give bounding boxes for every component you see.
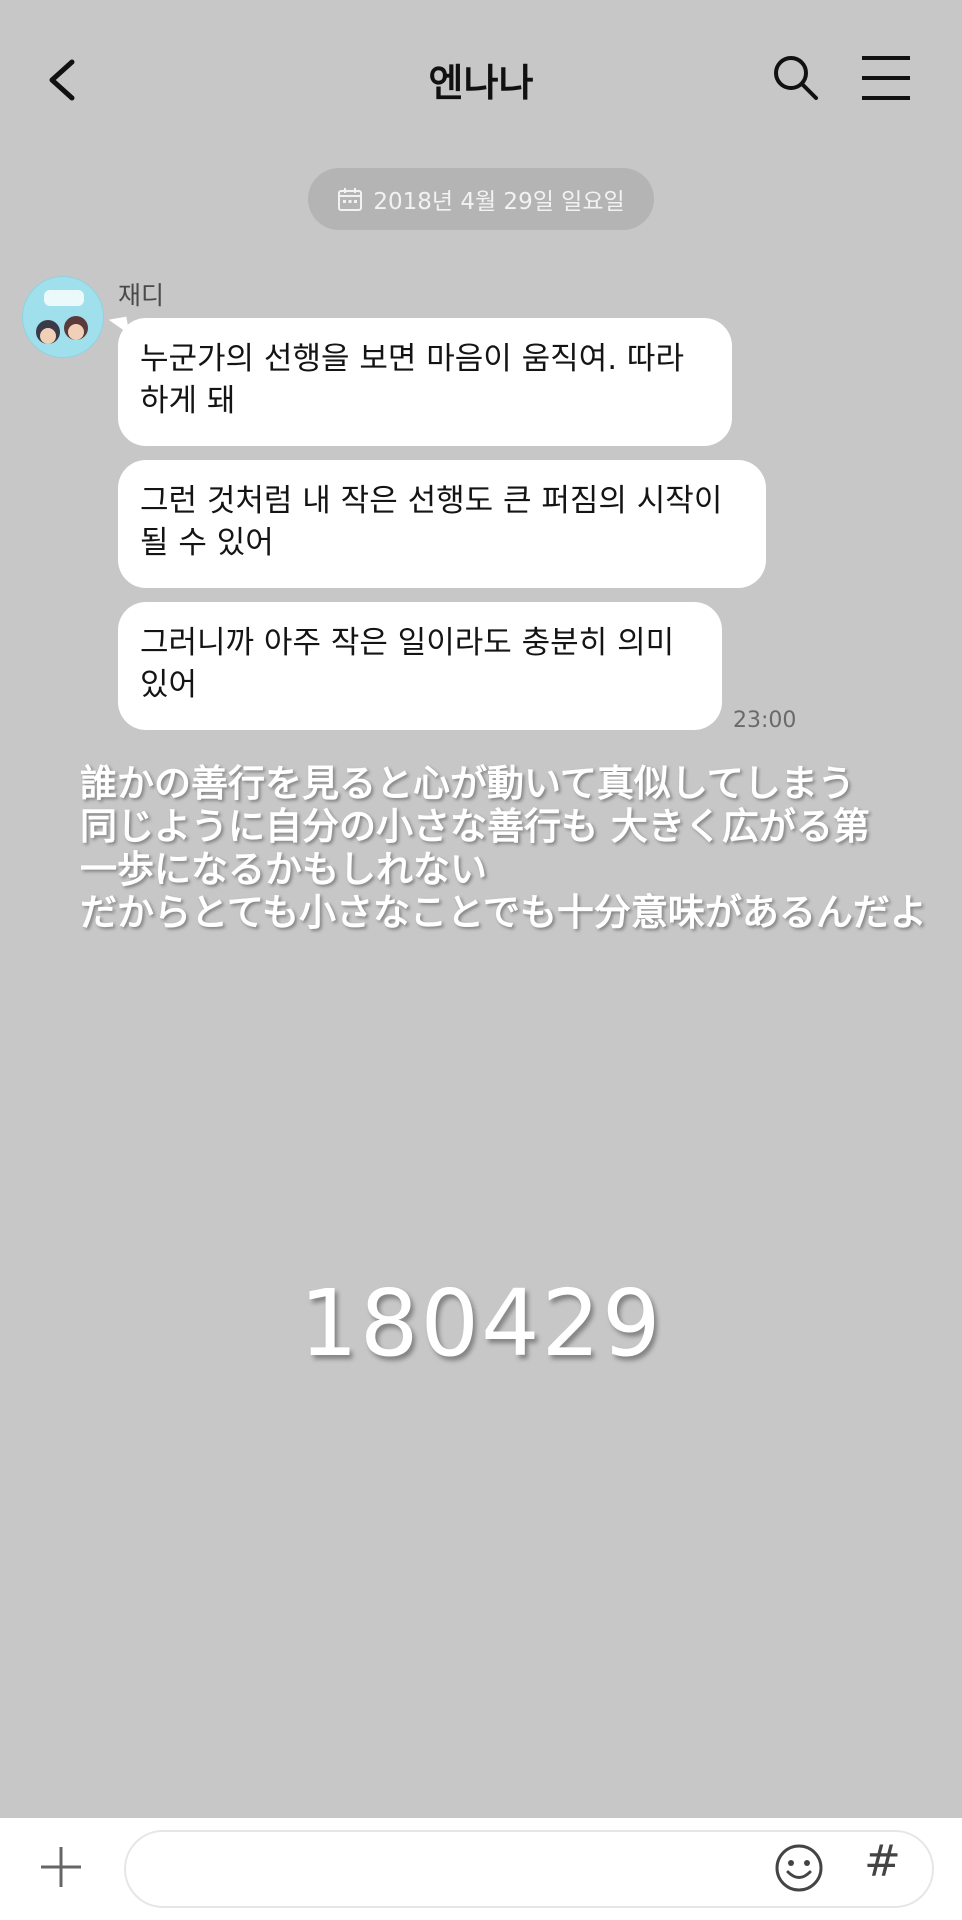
emoji-button[interactable]: [773, 1842, 825, 1894]
avatar-image: [22, 276, 104, 358]
message-bubble[interactable]: 그런 것처럼 내 작은 선행도 큰 퍼짐의 시작이 될 수 있어: [118, 460, 766, 588]
date-divider-label: 2018년 4월 29일 일요일: [373, 189, 625, 215]
message-bubble[interactable]: 누군가의 선행을 보면 마음이 움직여. 따라 하게 돼: [118, 318, 732, 446]
attach-button[interactable]: [36, 1842, 86, 1892]
composer-bar: #: [0, 1818, 962, 1920]
menu-icon: [862, 56, 910, 100]
message-bubble[interactable]: 그러니까 아주 작은 일이라도 충분히 의미 있어: [118, 602, 722, 730]
top-bar: 엔나나: [0, 0, 962, 160]
date-code-overlay: 180429: [299, 1270, 663, 1377]
message-input[interactable]: [154, 1832, 798, 1908]
hashtag-button[interactable]: #: [864, 1836, 901, 1887]
search-button[interactable]: [768, 50, 824, 106]
calendar-icon: [338, 188, 363, 211]
sender-name: 재디: [118, 281, 165, 310]
date-divider: 2018년 4월 29일 일요일: [308, 168, 654, 230]
emoji-icon: [775, 1844, 823, 1892]
menu-button[interactable]: [858, 52, 914, 104]
avatar[interactable]: [22, 276, 104, 358]
plus-icon: [41, 1847, 81, 1887]
japanese-caption-overlay: 誰かの善行を見ると心が動いて真似してしまう 同じように自分の小さな善行も 大きく…: [80, 762, 927, 934]
search-icon: [774, 56, 818, 100]
message-time: 23:00: [733, 708, 797, 733]
